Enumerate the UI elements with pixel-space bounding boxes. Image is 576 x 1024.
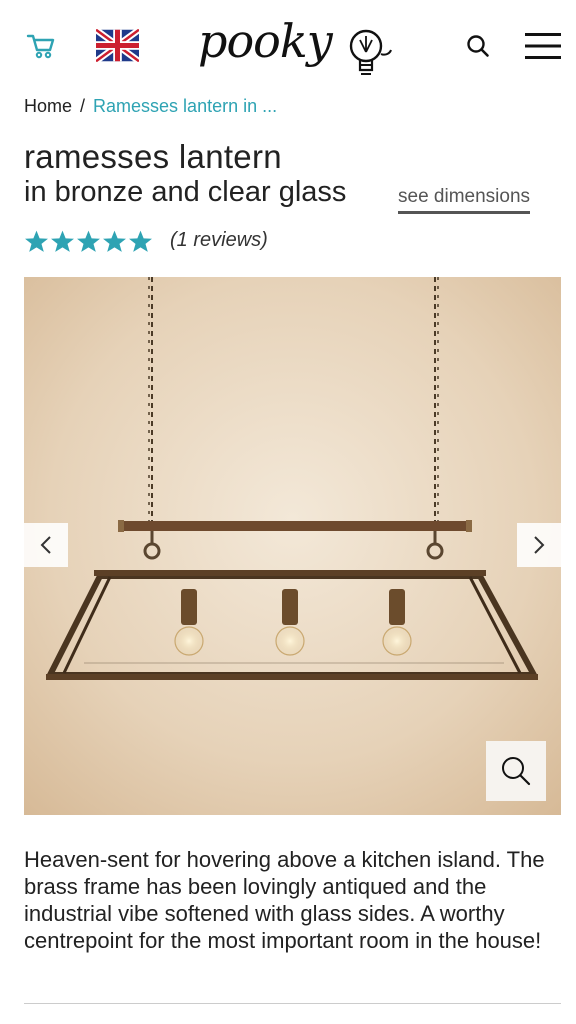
gallery-prev-button[interactable] [24, 523, 68, 567]
rating-stars[interactable] [24, 229, 153, 255]
star-icon [77, 230, 100, 252]
star-icon [129, 230, 152, 252]
breadcrumb: Home / Ramesses lantern in ... [24, 96, 277, 117]
magnifier-icon [502, 757, 531, 786]
star-icon [25, 230, 48, 252]
product-subtitle: in bronze and clear glass [24, 176, 347, 208]
product-description: Heaven-sent for hovering above a kitchen… [24, 847, 545, 953]
breadcrumb-home-link[interactable]: Home [24, 96, 72, 116]
cart-icon[interactable] [26, 32, 56, 60]
see-dimensions-link[interactable]: see dimensions [398, 186, 531, 214]
zoom-button[interactable] [486, 741, 546, 801]
reviews-count-link[interactable]: (1 reviews) [170, 229, 268, 252]
star-icon [103, 230, 126, 252]
lantern-photo [24, 277, 561, 815]
site-header: pooky [0, 0, 576, 90]
pooky-logo[interactable]: pooky [184, 14, 404, 84]
uk-flag-icon[interactable] [94, 27, 141, 64]
star-icon [51, 230, 74, 252]
lightbulb-logo-icon [349, 29, 392, 75]
gallery-next-button[interactable] [517, 523, 561, 567]
search-icon[interactable] [466, 34, 490, 58]
product-image[interactable] [24, 277, 561, 815]
breadcrumb-separator: / [80, 96, 86, 116]
hamburger-menu-icon[interactable] [524, 32, 562, 60]
section-divider [24, 1003, 561, 1004]
chevron-right-icon [534, 536, 545, 554]
chevron-left-icon [40, 536, 51, 554]
breadcrumb-current[interactable]: Ramesses lantern in ... [93, 96, 277, 116]
product-title: ramesses lantern [24, 138, 282, 175]
logo-wordmark: pooky [198, 14, 333, 68]
